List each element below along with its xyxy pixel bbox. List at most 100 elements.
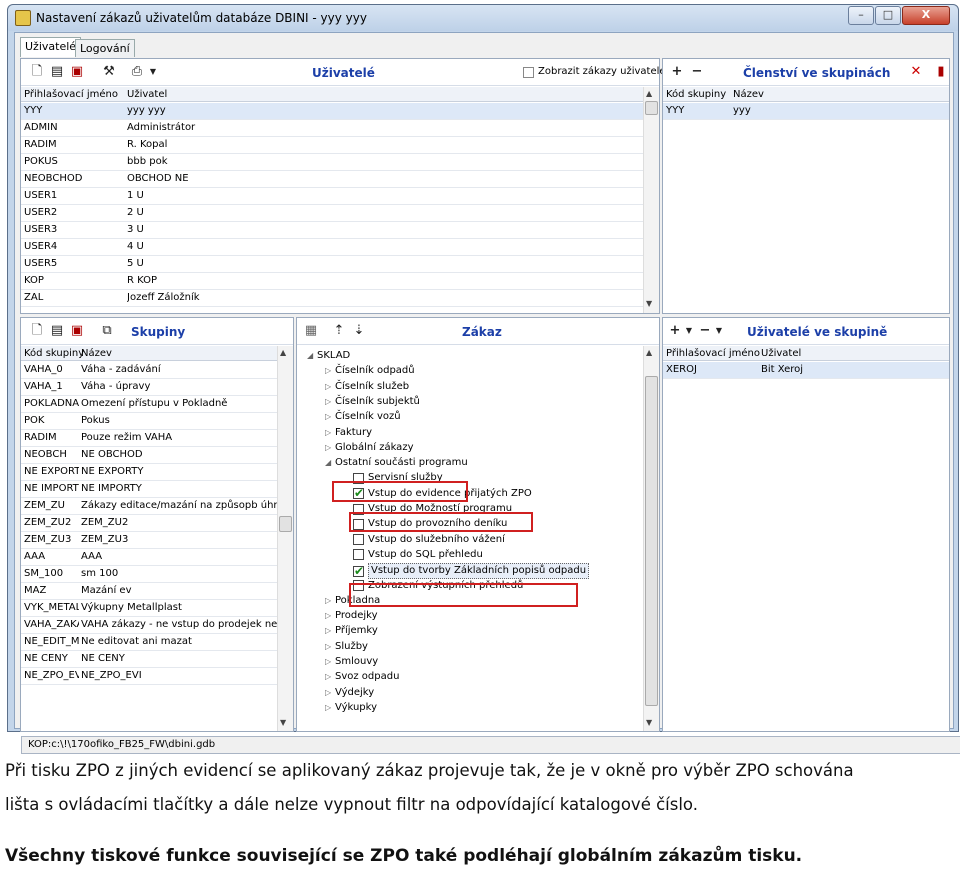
expand-icon[interactable]: ▷ [325,594,335,608]
table-row[interactable]: USER3 3 U [21,222,643,239]
col-group-name[interactable]: Název [81,346,112,361]
chevron-down-icon[interactable]: ▼ [145,65,161,79]
table-row[interactable]: ZEM_ZU3 ZEM_ZU3 [21,532,277,549]
scroll-thumb[interactable] [645,101,658,115]
collapse-icon[interactable]: ◢ [325,456,335,470]
tree-node[interactable]: ▷ Služby [325,640,368,654]
table-row[interactable]: ZEM_ZU Zákazy editace/mazání na způsopb ú… [21,498,290,515]
chevron-down-icon[interactable]: ▼ [681,324,697,338]
table-row[interactable]: POKLADNA Omezení přístupu v Pokladně [21,396,277,413]
expand-icon[interactable]: ▷ [325,670,335,684]
minimize-button[interactable]: – [848,6,874,25]
tree-node[interactable]: ▷ Prodejky [325,609,378,623]
tree-node[interactable]: ▷ Smlouvy [325,655,378,669]
bans-scrollbar[interactable]: ▲ ▼ [643,346,659,731]
scroll-up-icon[interactable]: ▲ [646,89,652,98]
checkbox[interactable]: ✔ [353,565,364,577]
table-row[interactable]: SM_100 sm 100 [21,566,277,583]
copy-icon[interactable]: ⧉ [99,324,115,338]
tree-node[interactable]: ▷ Příjemky [325,624,378,638]
tree-node[interactable]: ▷ Globální zákazy [325,441,413,455]
table-row[interactable]: NEOBCHOD OBCHOD NE [21,171,643,188]
expand-all-icon[interactable]: ⇡ [331,324,347,338]
edit-icon[interactable]: ▤ [49,324,65,338]
delete-icon[interactable]: ▣ [69,65,85,79]
scroll-thumb[interactable] [645,376,658,706]
edit-icon[interactable]: ▤ [49,65,65,79]
tree-node[interactable]: Vstup do služebního vážení [353,533,505,547]
tools-icon[interactable]: ⚒ [101,65,117,79]
table-row[interactable]: ZEM_ZU2 ZEM_ZU2 [21,515,277,532]
new-icon[interactable]: 🗋 [29,324,45,338]
table-row[interactable]: ZAL Jozeff Záložník [21,290,643,307]
tree-node[interactable]: ▷ Faktury [325,426,372,440]
groups-scrollbar[interactable]: ▲ ▼ [277,346,293,731]
expand-icon[interactable]: ▷ [325,640,335,654]
scroll-down-icon[interactable]: ▼ [646,299,652,308]
col-group-name[interactable]: Název [733,87,764,102]
tree-node[interactable]: ▷ Výdejky [325,686,374,700]
table-row[interactable]: NE EXPORTYNE EXPORTY [21,464,277,481]
print-icon[interactable]: ⎙ [129,65,145,79]
new-icon[interactable]: 🗋 [29,65,45,79]
exit-icon[interactable]: ▮ [933,65,949,79]
tree-node[interactable]: Vstup do SQL přehledu [353,548,483,562]
tree-node[interactable]: ✔ Vstup do tvorby Základních popisů odpad… [353,563,590,580]
table-row[interactable]: POKUS bbb pok [21,154,643,171]
tab-uzivatele[interactable]: Uživatelé [20,37,82,57]
expand-icon[interactable]: ▷ [325,624,335,638]
expand-icon[interactable]: ▷ [325,395,335,409]
tree-node[interactable]: ▷ Číselník služeb [325,380,409,394]
table-row[interactable]: ADMIN Administrátor [21,120,643,137]
col-login[interactable]: Přihlašovací jméno [24,87,118,102]
table-row[interactable]: NE IMPORTY NE IMPORTY [21,481,277,498]
delete-icon[interactable]: ▣ [69,324,85,338]
table-row[interactable]: RADIM R. Kopal [21,137,643,154]
expand-icon[interactable]: ▷ [325,655,335,669]
tree-node[interactable]: ▷ Číselník subjektů [325,395,420,409]
expand-icon[interactable]: ▷ [325,380,335,394]
table-row[interactable]: USER2 2 U [21,205,643,222]
table-row[interactable]: VAHA_0 Váha - zadávání [21,362,277,379]
tree-node[interactable]: ◢ SKLAD [307,349,350,363]
table-row[interactable]: MAZ Mazání ev [21,583,277,600]
table-row[interactable]: AAA AAA [21,549,277,566]
scroll-up-icon[interactable]: ▲ [280,348,286,357]
tree-node[interactable]: ▷ Svoz odpadu [325,670,399,684]
table-row[interactable]: YYY yyy [663,103,949,120]
table-row[interactable]: NE_ZPO_EVI NE_ZPO_EVI [21,668,277,685]
tree-node[interactable]: ▷ Číselník vozů [325,410,401,424]
tab-logovani[interactable]: Logování [75,39,135,57]
expand-icon[interactable]: ▷ [325,441,335,455]
col-user[interactable]: Uživatel [761,346,801,361]
table-row[interactable]: VAHA_ZAKAZVAHA zákazy - ne vstup do prod… [21,617,287,634]
show-bans-checkbox[interactable] [523,67,534,78]
collapse-icon[interactable]: ◢ [307,349,317,363]
col-group-code[interactable]: Kód skupiny [666,87,726,102]
expand-icon[interactable]: ▷ [325,364,335,378]
close-button[interactable]: X [902,6,950,25]
expand-icon[interactable]: ▷ [325,701,335,715]
table-row[interactable]: YYY yyy yyy [21,103,643,120]
table-row[interactable]: XEROJ Bit Xeroj [663,362,949,379]
scroll-down-icon[interactable]: ▼ [646,718,652,727]
scroll-thumb[interactable] [279,516,292,532]
tree-node[interactable]: ◢ Ostatní součásti programu [325,456,468,470]
col-login[interactable]: Přihlašovací jméno [666,346,760,361]
expand-icon[interactable]: ▷ [325,410,335,424]
maximize-button[interactable]: □ [875,6,901,25]
expand-icon[interactable]: ▷ [325,426,335,440]
expand-icon[interactable]: ▷ [325,686,335,700]
table-row[interactable]: VYK_METALLVýkupny Metallplast [21,600,277,617]
add-icon[interactable]: + [669,65,685,79]
table-row[interactable]: USER4 4 U [21,239,643,256]
table-row[interactable]: NE CENY NE CENY [21,651,277,668]
table-row[interactable]: RADIM Pouze režim VAHA [21,430,277,447]
table-row[interactable]: NEOBCH NE OBCHOD [21,447,277,464]
col-user[interactable]: Uživatel [127,87,167,102]
table-row[interactable]: POK Pokus [21,413,277,430]
tree-node[interactable]: ▷ Výkupky [325,701,377,715]
col-group-code[interactable]: Kód skupiny [24,346,84,361]
close-icon[interactable]: ✕ [908,65,924,79]
expand-icon[interactable]: ▷ [325,609,335,623]
